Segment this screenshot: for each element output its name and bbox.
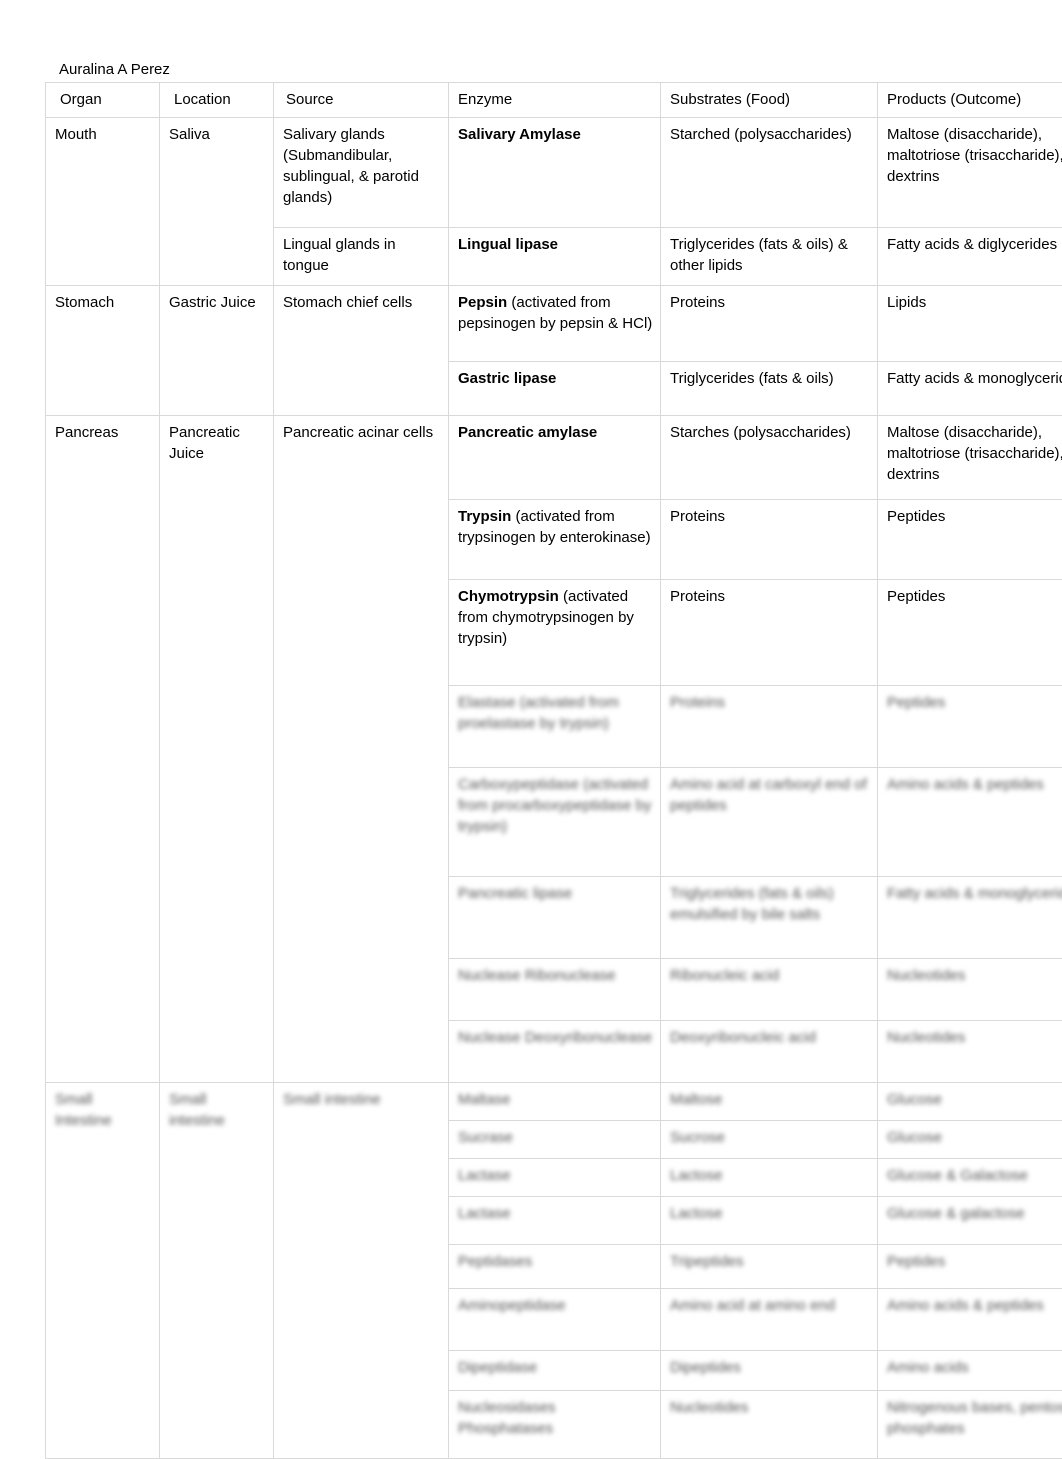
cell-organ-pancreas: Pancreas [46,416,160,1083]
cell-product-lipids: Lipids [878,286,1062,362]
cell-enzyme-chymotrypsin: Chymotrypsin (activated from chymotrypsi… [449,580,661,686]
cell-product-aminopeptidase: Amino acids & peptides [878,1289,1062,1351]
cell-substrate-deoxyribonuclease: Deoxyribonucleic acid [661,1021,878,1083]
cell-product-lactase-2: Glucose & galactose [878,1197,1062,1245]
header-organ: Organ [46,83,160,118]
enzyme-name-bold: Gastric lipase [458,370,556,387]
cell-source-pancreatic-acinar-cells: Pancreatic acinar cells [274,416,449,1083]
header-products: Products (Outcome) [878,83,1062,118]
cell-enzyme-dipeptidase: Dipeptidase [449,1351,661,1391]
header-source: Source [274,83,449,118]
cell-enzyme-maltase: Maltase [449,1083,661,1121]
cell-product-maltose-pancreatic: Maltose (disaccharide), maltotriose (tri… [878,416,1062,500]
cell-enzyme-lactase-2: Lactase [449,1197,661,1245]
cell-substrate-proteins: Proteins [661,286,878,362]
cell-product-peptides-trypsin: Peptides [878,500,1062,580]
enzyme-name-bold: Salivary Amylase [458,126,581,143]
cell-enzyme-trypsin: Trypsin (activated from trypsinogen by e… [449,500,661,580]
cell-product-carboxypeptidase: Amino acids & peptides [878,768,1062,877]
cell-substrate-triglycerides: Triglycerides (fats & oils) & other lipi… [661,228,878,286]
table-row: Mouth Saliva Salivary glands (Submandibu… [46,118,1062,228]
cell-substrate-maltase: Maltose [661,1083,878,1121]
cell-product-lactase: Glucose & Galactose [878,1159,1062,1197]
enzyme-name-bold: Lingual lipase [458,236,558,253]
cell-substrate-ribonuclease: Ribonucleic acid [661,959,878,1021]
cell-source-lingual-glands: Lingual glands in tongue [274,228,449,286]
table-body: Mouth Saliva Salivary glands (Submandibu… [46,118,1062,1459]
cell-source-small-intestine: Small intestine [274,1083,449,1459]
author-name: Auralina A Perez [59,60,170,80]
cell-substrate-lactase-2: Lactose [661,1197,878,1245]
cell-product-sucrase: Glucose [878,1121,1062,1159]
cell-location-small-intestine: Small intestine [160,1083,274,1459]
cell-organ-stomach: Stomach [46,286,160,416]
table-header-row: Organ Location Source Enzyme Substrates … [46,83,1062,118]
enzyme-name-bold: Pancreatic amylase [458,424,597,441]
cell-location-gastric-juice: Gastric Juice [160,286,274,416]
cell-enzyme-nucleosidases: Nucleosidases Phosphatases [449,1391,661,1459]
digestive-enzymes-table: Organ Location Source Enzyme Substrates … [45,82,1062,1459]
document-page: Auralina A Perez Organ Location Source E… [0,0,1062,1377]
enzyme-name-bold: Trypsin [458,508,516,525]
cell-product-dipeptidase: Amino acids [878,1351,1062,1391]
cell-enzyme-peptidases: Peptidases [449,1245,661,1289]
cell-enzyme-salivary-amylase: Salivary Amylase [449,118,661,228]
cell-location-pancreatic-juice: Pancreatic Juice [160,416,274,1083]
cell-enzyme-sucrase: Sucrase [449,1121,661,1159]
table-row: Pancreas Pancreatic Juice Pancreatic aci… [46,416,1062,500]
cell-substrate-aminopeptidase: Amino acid at amino end [661,1289,878,1351]
header-location: Location [160,83,274,118]
cell-substrate-starches: Starches (polysaccharides) [661,416,878,500]
cell-substrate-proteins-chymotrypsin: Proteins [661,580,878,686]
table-row: Small Intestine Small intestine Small in… [46,1083,1062,1121]
cell-product-peptides-chymotrypsin: Peptides [878,580,1062,686]
cell-enzyme-pancreatic-amylase: Pancreatic amylase [449,416,661,500]
cell-product-fatty-acids-monoglycerides: Fatty acids & monoglycerides [878,362,1062,416]
cell-source-stomach-chief-cells: Stomach chief cells [274,286,449,416]
cell-enzyme-carboxypeptidase: Carboxypeptidase (activated from procarb… [449,768,661,877]
enzyme-name-bold: Chymotrypsin [458,588,563,605]
header-substrates: Substrates (Food) [661,83,878,118]
cell-enzyme-deoxyribonuclease: Nuclease Deoxyribonuclease [449,1021,661,1083]
cell-organ-small-intestine: Small Intestine [46,1083,160,1459]
cell-product-deoxyribonuclease: Nucleotides [878,1021,1062,1083]
cell-product-maltase: Glucose [878,1083,1062,1121]
cell-substrate-proteins-trypsin: Proteins [661,500,878,580]
cell-product-fatty-acids-diglycerides: Fatty acids & diglycerides [878,228,1062,286]
cell-substrate-pancreatic-lipase: Triglycerides (fats & oils) emulsified b… [661,877,878,959]
cell-product-pancreatic-lipase: Fatty acids & monoglycerides [878,877,1062,959]
cell-substrate-lactase: Lactose [661,1159,878,1197]
cell-product-maltose: Maltose (disaccharide), maltotriose (tri… [878,118,1062,228]
cell-substrate-triglycerides-gastric: Triglycerides (fats & oils) [661,362,878,416]
cell-enzyme-ribonuclease: Nuclease Ribonuclease [449,959,661,1021]
cell-substrate-elastase: Proteins [661,686,878,768]
cell-substrate-peptidases: Tripeptides [661,1245,878,1289]
cell-product-nucleosidases: Nitrogenous bases, pentoses, & phosphate… [878,1391,1062,1459]
cell-substrate-nucleosidases: Nucleotides [661,1391,878,1459]
cell-organ-mouth: Mouth [46,118,160,286]
cell-enzyme-gastric-lipase: Gastric lipase [449,362,661,416]
cell-substrate-sucrase: Sucrose [661,1121,878,1159]
header-enzyme: Enzyme [449,83,661,118]
cell-enzyme-aminopeptidase: Aminopeptidase [449,1289,661,1351]
cell-substrate-carboxypeptidase: Amino acid at carboxyl end of peptides [661,768,878,877]
cell-enzyme-lactase: Lactase [449,1159,661,1197]
cell-enzyme-elastase: Elastase (activated from proelastase by … [449,686,661,768]
cell-enzyme-pancreatic-lipase: Pancreatic lipase [449,877,661,959]
enzyme-name-bold: Pepsin [458,294,511,311]
cell-enzyme-lingual-lipase: Lingual lipase [449,228,661,286]
cell-substrate-dipeptidase: Dipeptides [661,1351,878,1391]
cell-source-salivary-glands: Salivary glands (Submandibular, sublingu… [274,118,449,228]
cell-location-saliva: Saliva [160,118,274,286]
cell-substrate-starched: Starched (polysaccharides) [661,118,878,228]
table-header: Organ Location Source Enzyme Substrates … [46,83,1062,118]
cell-product-elastase: Peptides [878,686,1062,768]
cell-product-peptidases: Peptides [878,1245,1062,1289]
table-row: Stomach Gastric Juice Stomach chief cell… [46,286,1062,362]
cell-product-ribonuclease: Nucleotides [878,959,1062,1021]
cell-enzyme-pepsin: Pepsin (activated from pepsinogen by pep… [449,286,661,362]
